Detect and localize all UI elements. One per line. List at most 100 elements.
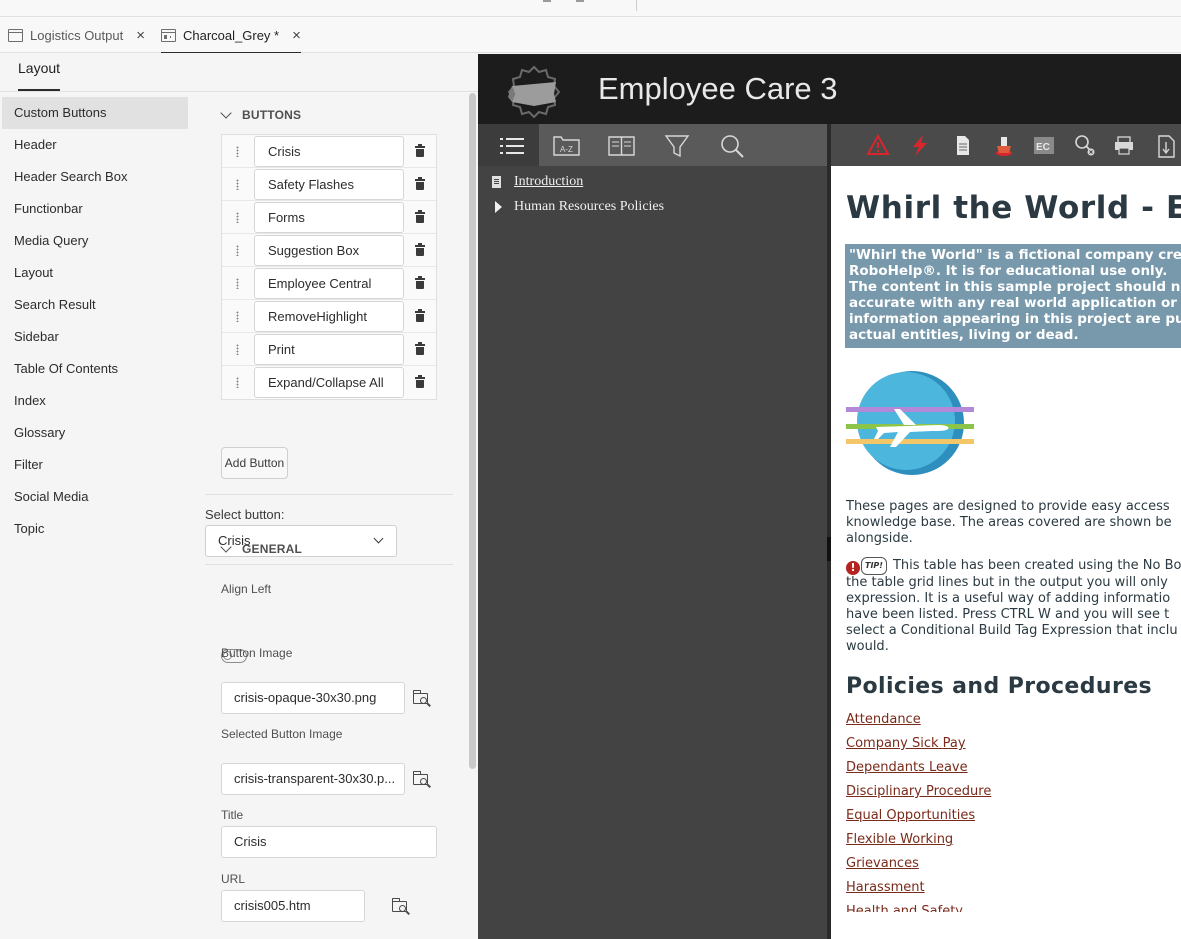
button-name-field[interactable]: Forms	[254, 202, 404, 233]
drag-handle-icon[interactable]	[236, 146, 239, 157]
button-image-label: Button Image	[221, 646, 293, 660]
trash-icon[interactable]	[415, 144, 425, 157]
trash-icon[interactable]	[415, 375, 425, 388]
toc-pane: Introduction Human Resources Policies	[478, 166, 827, 939]
add-button-button[interactable]: Add Button	[221, 447, 288, 479]
url-label: URL	[221, 872, 246, 886]
tip-line: have been listed. Press CTRL W and you w…	[846, 607, 1170, 622]
section-buttons-header[interactable]: BUTTONS	[220, 107, 301, 122]
close-icon[interactable]: ×	[292, 28, 301, 43]
drag-handle-icon[interactable]	[236, 344, 239, 355]
top-toolbar-strip	[0, 0, 1181, 17]
drag-handle-icon[interactable]	[236, 278, 239, 289]
button-name-field[interactable]: Employee Central	[254, 268, 404, 299]
nav-item-header[interactable]: Header	[2, 129, 188, 161]
divider	[205, 564, 453, 565]
trash-icon[interactable]	[415, 309, 425, 322]
nav-item-search-result[interactable]: Search Result	[2, 289, 188, 321]
remove-highlight-icon	[1075, 135, 1095, 156]
policy-link[interactable]: Dependants Leave	[846, 760, 968, 775]
expand-arrow-icon[interactable]	[495, 201, 502, 213]
nav-item-header-search-box[interactable]: Header Search Box	[2, 161, 188, 193]
trash-icon[interactable]	[415, 243, 425, 256]
nav-item-custom-buttons[interactable]: Custom Buttons	[2, 97, 188, 129]
list-item[interactable]: Employee Central	[222, 267, 436, 300]
note-line: actual entities, living or dead.	[849, 327, 1079, 343]
policy-link[interactable]: Company Sick Pay	[846, 736, 966, 751]
list-item[interactable]: Crisis	[222, 135, 436, 168]
policy-link[interactable]: Disciplinary Procedure	[846, 784, 991, 799]
nav-item-glossary[interactable]: Glossary	[2, 417, 188, 449]
drag-handle-icon[interactable]	[236, 377, 239, 388]
nav-item-sidebar[interactable]: Sidebar	[2, 321, 188, 353]
list-item[interactable]: Safety Flashes	[222, 168, 436, 201]
button-name-field[interactable]: Safety Flashes	[254, 169, 404, 200]
button-image-field[interactable]: crisis-opaque-30x30.png	[221, 682, 405, 714]
browse-folder-icon[interactable]	[412, 690, 431, 706]
title-field[interactable]: Crisis	[221, 826, 437, 858]
nav-item-media-query[interactable]: Media Query	[2, 225, 188, 257]
policies-heading: Policies and Procedures	[846, 674, 1153, 699]
nav-item-index[interactable]: Index	[2, 385, 188, 417]
toolbar-divider	[636, 0, 637, 11]
toc-tab[interactable]	[478, 124, 539, 166]
preview-navigation-tabs: A-Z	[478, 124, 827, 166]
trash-icon[interactable]	[415, 342, 425, 355]
url-field[interactable]: crisis005.htm	[221, 890, 365, 922]
note-line: The content in this sample project shoul…	[849, 279, 1181, 295]
list-item[interactable]: Suggestion Box	[222, 234, 436, 267]
nav-item-layout[interactable]: Layout	[2, 257, 188, 289]
note-line: accurate with any real world application…	[849, 295, 1181, 311]
policy-link[interactable]: Equal Opportunities	[846, 808, 975, 823]
trash-icon[interactable]	[415, 276, 425, 289]
nav-item-topic[interactable]: Topic	[2, 513, 188, 545]
tip-line: the table grid lines but in the output y…	[846, 575, 1168, 590]
button-name-field[interactable]: Crisis	[254, 136, 404, 167]
browse-folder-icon[interactable]	[412, 771, 431, 787]
search-tab[interactable]	[704, 124, 765, 166]
policy-link[interactable]: Attendance	[846, 712, 921, 727]
drag-handle-icon[interactable]	[236, 212, 239, 223]
doc-tab-charcoal-grey[interactable]: Charcoal_Grey * ×	[161, 17, 301, 54]
policy-link[interactable]: Flexible Working	[846, 832, 953, 847]
browse-folder-icon[interactable]	[391, 898, 410, 914]
document-tab-bar: Logistics Output × Charcoal_Grey * ×	[0, 17, 1181, 54]
divider	[205, 494, 453, 495]
toolbar-icon-fragment[interactable]	[576, 0, 584, 2]
section-general-header[interactable]: GENERAL	[220, 541, 302, 556]
toolbar-icon-fragment[interactable]	[543, 0, 551, 2]
trash-icon[interactable]	[415, 177, 425, 190]
policy-link[interactable]: Health and Safety	[846, 904, 963, 912]
note-line: information appearing in this project ar…	[849, 311, 1181, 327]
selected-button-image-field[interactable]: crisis-transparent-30x30.p...	[221, 763, 405, 795]
toc-item-human-resources-policies[interactable]: Human Resources Policies	[514, 199, 664, 215]
az-index-icon: A-Z	[553, 136, 580, 156]
drag-handle-icon[interactable]	[236, 311, 239, 322]
toc-item-introduction[interactable]: Introduction	[514, 174, 583, 190]
drag-handle-icon[interactable]	[236, 179, 239, 190]
doc-tab-logistics-output[interactable]: Logistics Output ×	[8, 17, 145, 53]
nav-item-social-media[interactable]: Social Media	[2, 481, 188, 513]
filter-tab[interactable]	[649, 124, 710, 166]
list-item[interactable]: RemoveHighlight	[222, 300, 436, 333]
glossary-tab[interactable]	[594, 124, 655, 166]
button-name-field[interactable]: Print	[254, 334, 404, 365]
trash-icon[interactable]	[415, 210, 425, 223]
close-icon[interactable]: ×	[136, 28, 145, 43]
index-tab[interactable]: A-Z	[539, 124, 600, 166]
button-name-field[interactable]: Suggestion Box	[254, 235, 404, 266]
policy-link[interactable]: Grievances	[846, 856, 919, 871]
policy-link[interactable]: Harassment	[846, 880, 925, 895]
list-item[interactable]: Print	[222, 333, 436, 366]
nav-item-filter[interactable]: Filter	[2, 449, 188, 481]
button-name-field[interactable]: Expand/Collapse All	[254, 367, 404, 398]
tab-layout[interactable]: Layout	[18, 59, 61, 91]
button-name-field[interactable]: RemoveHighlight	[254, 301, 404, 332]
nav-item-table-of-contents[interactable]: Table Of Contents	[2, 353, 188, 385]
list-item[interactable]: Expand/Collapse All	[222, 366, 436, 399]
list-item[interactable]: Forms	[222, 201, 436, 234]
svg-text:EC: EC	[1036, 142, 1050, 153]
drag-handle-icon[interactable]	[236, 245, 239, 256]
nav-item-functionbar[interactable]: Functionbar	[2, 193, 188, 225]
panel-scrollbar[interactable]	[469, 93, 476, 769]
